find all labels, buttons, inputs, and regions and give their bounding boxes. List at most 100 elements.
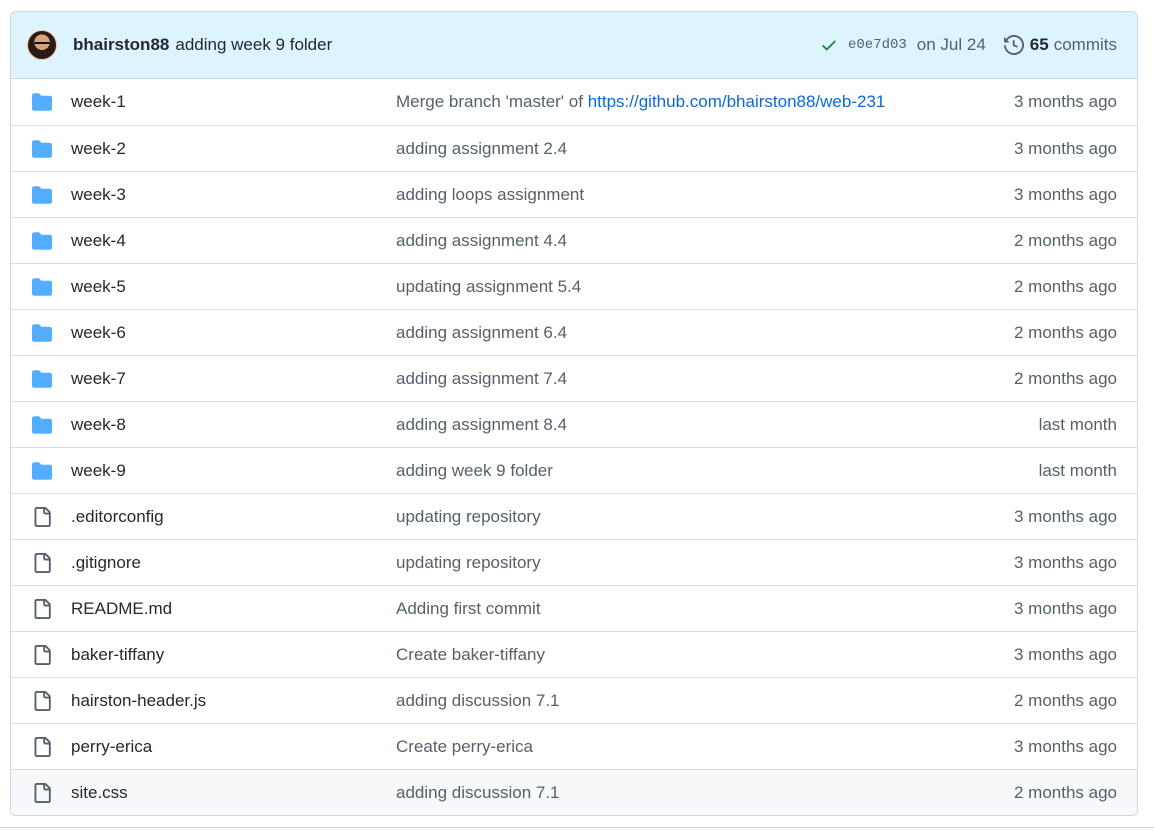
- file-icon: [31, 782, 53, 804]
- commit-message-cell: updating assignment 5.4: [396, 277, 1014, 297]
- row-commit-message-link[interactable]: Create perry-erica: [396, 737, 533, 756]
- file-row: week-4 adding assignment 4.4 2 months ago: [11, 217, 1137, 263]
- commit-message-cell: Create baker-tiffany: [396, 645, 1014, 665]
- history-icon: [1003, 35, 1024, 55]
- row-commit-message-link[interactable]: Merge branch 'master' of: [396, 92, 588, 111]
- file-name-link[interactable]: baker-tiffany: [71, 645, 396, 665]
- folder-icon: [31, 460, 53, 482]
- latest-commit-bar: bhairston88 adding week 9 folder e0e7d03…: [11, 12, 1137, 79]
- file-icon: [31, 690, 53, 712]
- commit-age: 2 months ago: [1013, 368, 1117, 388]
- commit-age: 2 months ago: [1013, 782, 1117, 802]
- file-name-link[interactable]: .editorconfig: [71, 507, 396, 527]
- commits-count: 65: [1029, 35, 1049, 54]
- file-row: week-7 adding assignment 7.4 2 months ago: [11, 355, 1137, 401]
- commit-age: 2 months ago: [1013, 276, 1117, 296]
- row-commit-message-link[interactable]: adding assignment 8.4: [396, 415, 567, 434]
- file-icon: [31, 552, 53, 574]
- commit-age: 3 months ago: [1013, 552, 1117, 572]
- commit-age: 3 months ago: [1013, 736, 1117, 756]
- file-row: week-3 adding loops assignment 3 months ag…: [11, 171, 1137, 217]
- row-commit-message-link[interactable]: adding discussion 7.1: [396, 691, 560, 710]
- row-commit-message-link[interactable]: Adding first commit: [396, 599, 541, 618]
- file-icon: [31, 506, 53, 528]
- avatar[interactable]: [27, 30, 57, 60]
- commits-label: commits: [1053, 35, 1117, 54]
- folder-name-link[interactable]: week-1: [71, 92, 396, 112]
- file-name-link[interactable]: hairston-header.js: [71, 691, 396, 711]
- row-commit-message-link[interactable]: adding assignment 2.4: [396, 139, 567, 158]
- row-commit-message-link[interactable]: Create baker-tiffany: [396, 645, 545, 664]
- folder-icon: [31, 414, 53, 436]
- folder-name-link[interactable]: week-4: [71, 231, 396, 251]
- commit-age: last month: [1038, 414, 1117, 434]
- file-row: week-5 updating assignment 5.4 2 months ag…: [11, 263, 1137, 309]
- file-row: week-9 adding week 9 folder last month: [11, 447, 1137, 493]
- commit-age: 3 months ago: [1013, 92, 1117, 111]
- commit-message-cell: Adding first commit: [396, 599, 1014, 619]
- check-icon[interactable]: [820, 36, 838, 54]
- file-name-link[interactable]: perry-erica: [71, 737, 396, 757]
- commits-history-link[interactable]: 65 commits: [1003, 35, 1117, 55]
- folder-name-link[interactable]: week-3: [71, 185, 396, 205]
- file-row: baker-tiffany Create baker-tiffany 3 month…: [11, 631, 1137, 677]
- file-row: week-1 Merge branch 'master' of https://g…: [11, 79, 1137, 125]
- commit-message-cell: adding discussion 7.1: [396, 691, 1014, 711]
- commit-message-cell: updating repository: [396, 553, 1014, 573]
- folder-name-link[interactable]: week-6: [71, 323, 396, 343]
- folder-name-link[interactable]: week-5: [71, 277, 396, 297]
- commit-author-link[interactable]: bhairston88: [73, 35, 169, 55]
- commit-message-cell: Create perry-erica: [396, 737, 1014, 757]
- row-commit-message-link[interactable]: adding assignment 7.4: [396, 369, 567, 388]
- repo-url-link[interactable]: https://github.com/bhairston88/web-231: [588, 92, 886, 111]
- commit-age: 2 months ago: [1013, 690, 1117, 710]
- file-row: site.css adding discussion 7.1 2 months ag…: [11, 769, 1137, 815]
- row-commit-message-link[interactable]: adding week 9 folder: [396, 461, 553, 480]
- row-commit-message-link[interactable]: adding loops assignment: [396, 185, 584, 204]
- row-commit-message-link[interactable]: updating assignment 5.4: [396, 277, 581, 296]
- folder-icon: [31, 184, 53, 206]
- file-row: week-2 adding assignment 2.4 3 months ago: [11, 125, 1137, 171]
- commit-age: 3 months ago: [1013, 184, 1117, 204]
- file-row: .editorconfig updating repository 3 months…: [11, 493, 1137, 539]
- file-name-link[interactable]: site.css: [71, 783, 396, 803]
- folder-name-link[interactable]: week-2: [71, 139, 396, 159]
- commit-age: 2 months ago: [1013, 322, 1117, 342]
- folder-icon: [31, 276, 53, 298]
- folder-icon: [31, 368, 53, 390]
- file-name-link[interactable]: README.md: [71, 599, 396, 619]
- row-commit-message-link[interactable]: updating repository: [396, 507, 541, 526]
- row-commit-message-link[interactable]: adding assignment 4.4: [396, 231, 567, 250]
- folder-name-link[interactable]: week-9: [71, 461, 396, 481]
- row-commit-message-link[interactable]: updating repository: [396, 553, 541, 572]
- commit-date: on Jul 24: [916, 35, 986, 54]
- file-row: hairston-header.js adding discussion 7.1 2…: [11, 677, 1137, 723]
- file-name-link[interactable]: .gitignore: [71, 553, 396, 573]
- file-icon: [31, 598, 53, 620]
- file-row: README.md Adding first commit 3 months ago: [11, 585, 1137, 631]
- folder-icon: [31, 138, 53, 160]
- file-browser: bhairston88 adding week 9 folder e0e7d03…: [10, 11, 1138, 816]
- row-commit-message-link[interactable]: adding assignment 6.4: [396, 323, 567, 342]
- file-row: perry-erica Create perry-erica 3 months ag…: [11, 723, 1137, 769]
- file-row: week-6 adding assignment 6.4 2 months ago: [11, 309, 1137, 355]
- commit-message-cell: adding loops assignment: [396, 185, 1014, 205]
- file-icon: [31, 644, 53, 666]
- folder-name-link[interactable]: week-7: [71, 369, 396, 389]
- folder-name-link[interactable]: week-8: [71, 415, 396, 435]
- commit-age: 2 months ago: [1013, 230, 1117, 250]
- commit-age: 3 months ago: [1013, 598, 1117, 618]
- commit-message-cell: adding assignment 7.4: [396, 369, 1014, 389]
- commit-age: last month: [1038, 460, 1117, 480]
- commit-message-cell: adding assignment 2.4: [396, 139, 1014, 159]
- commit-sha-link[interactable]: e0e7d03: [848, 37, 907, 53]
- commit-message-cell: adding discussion 7.1: [396, 783, 1014, 803]
- commit-message-cell: adding assignment 6.4: [396, 323, 1014, 343]
- commit-age: 3 months ago: [1013, 138, 1117, 158]
- commit-message-cell: adding assignment 8.4: [396, 415, 1039, 435]
- file-list: week-1 Merge branch 'master' of https://g…: [11, 79, 1137, 815]
- folder-icon: [31, 230, 53, 252]
- commit-message-link[interactable]: adding week 9 folder: [175, 35, 332, 55]
- row-commit-message-link[interactable]: adding discussion 7.1: [396, 783, 560, 802]
- commit-message-cell: Merge branch 'master' of https://github.…: [396, 92, 1014, 112]
